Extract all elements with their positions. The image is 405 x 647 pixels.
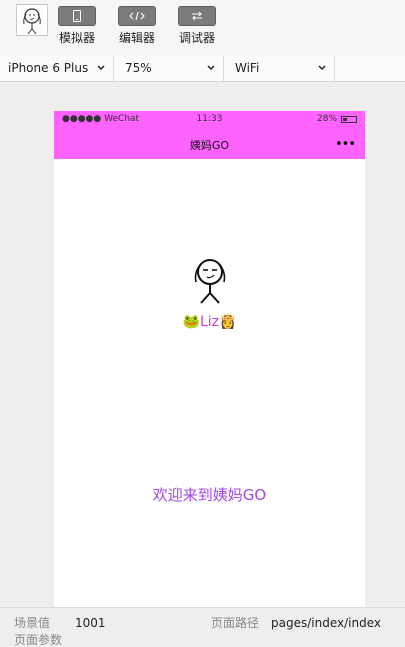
scene-label: 场景值 (14, 616, 51, 630)
chevron-down-icon (97, 56, 105, 90)
editor-label: 编辑器 (118, 31, 155, 45)
user-avatar-illustration (185, 255, 235, 309)
user-avatar[interactable] (16, 4, 48, 36)
page-path-label: 页面路径 (211, 616, 260, 630)
stick-figure-icon (194, 259, 226, 304)
welcome-text[interactable]: 欢迎来到姨妈GO (54, 484, 365, 505)
zoom-select-value: 75% (125, 61, 152, 75)
device-select[interactable]: iPhone 6 Plus (0, 56, 114, 81)
simulator-tool[interactable]: 模拟器 (51, 6, 103, 45)
chevron-down-icon (207, 56, 215, 90)
user-nickname: 🐸Liz👸 (182, 314, 237, 330)
page-params-label: 页面参数 (14, 633, 63, 647)
phone-screen: ●●●●● WeChat 11:33 28% 姨妈GO ••• 🐸Liz👸 欢迎… (54, 111, 365, 607)
debugger-tool[interactable]: 调试器 (171, 6, 223, 45)
network-select-value: WiFi (235, 61, 260, 75)
network-select[interactable]: WiFi (224, 56, 335, 81)
code-icon (129, 11, 145, 21)
battery-indicator: 28% (317, 114, 357, 124)
phone-icon (73, 10, 81, 22)
scene-value: 1001 (75, 616, 106, 630)
status-bar: ●●●●● WeChat 11:33 28% (54, 111, 365, 129)
top-toolbar: 模拟器 编辑器 调试器 (0, 0, 405, 57)
chevron-down-icon (318, 56, 326, 90)
simulator-label: 模拟器 (58, 31, 95, 45)
battery-percent: 28% (316, 114, 337, 124)
nav-title: 姨妈GO (189, 139, 230, 152)
device-select-value: iPhone 6 Plus (8, 61, 89, 75)
simulator-button[interactable] (58, 6, 96, 26)
more-menu-icon[interactable]: ••• (335, 137, 356, 152)
page-path-value[interactable]: pages/index/index (271, 616, 381, 630)
editor-button[interactable] (118, 6, 156, 26)
battery-icon (341, 115, 357, 123)
device-selector-bar: iPhone 6 Plus 75% WiFi (0, 56, 405, 82)
editor-tool[interactable]: 编辑器 (111, 6, 163, 45)
debugger-label: 调试器 (178, 31, 215, 45)
page-info-bar: 场景值 1001 页面路径 pages/index/index 页面参数 (0, 607, 405, 647)
zoom-select[interactable]: 75% (114, 56, 224, 81)
arrows-icon (192, 11, 202, 21)
debugger-button[interactable] (178, 6, 216, 26)
stick-figure-avatar-icon (23, 8, 41, 35)
nav-bar: 姨妈GO ••• (54, 129, 365, 159)
